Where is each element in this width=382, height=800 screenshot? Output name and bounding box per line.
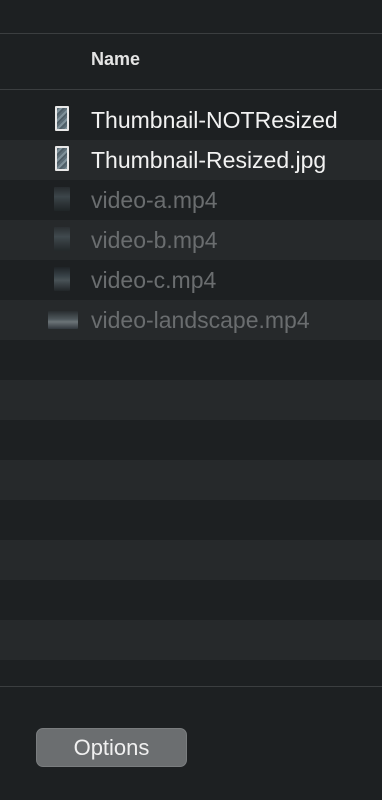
file-row-video-b: video-b.mp4 [0, 220, 382, 260]
file-name: video-b.mp4 [91, 227, 218, 253]
file-name: Thumbnail-NOTResized [91, 107, 338, 133]
empty-row [0, 420, 382, 460]
file-row-thumbnail-notresized[interactable]: Thumbnail-NOTResized [0, 100, 382, 140]
empty-row [0, 460, 382, 500]
file-name: video-landscape.mp4 [91, 307, 310, 333]
image-thumbnail-icon [55, 146, 69, 171]
name-column-header[interactable]: Name [91, 49, 140, 70]
file-list: Thumbnail-NOTResized Thumbnail-Resized.j… [0, 100, 382, 660]
file-name: video-c.mp4 [91, 267, 217, 293]
file-row-video-a: video-a.mp4 [0, 180, 382, 220]
footer-divider [0, 686, 382, 687]
empty-row [0, 540, 382, 580]
file-row-video-landscape: video-landscape.mp4 [0, 300, 382, 340]
file-name: Thumbnail-Resized.jpg [91, 147, 327, 173]
landscape-video-thumbnail-icon [48, 311, 78, 329]
empty-row [0, 580, 382, 620]
file-row-thumbnail-resized[interactable]: Thumbnail-Resized.jpg [0, 140, 382, 180]
file-row-video-c: video-c.mp4 [0, 260, 382, 300]
empty-row [0, 620, 382, 660]
empty-row [0, 380, 382, 420]
image-thumbnail-icon [55, 106, 69, 131]
file-name: video-a.mp4 [91, 187, 218, 213]
video-thumbnail-icon [54, 267, 70, 291]
list-header[interactable] [0, 34, 382, 89]
empty-row [0, 500, 382, 540]
video-thumbnail-icon [54, 187, 70, 211]
empty-row [0, 340, 382, 380]
header-divider [0, 89, 382, 90]
options-button[interactable]: Options [36, 728, 187, 767]
video-thumbnail-icon [54, 227, 70, 251]
